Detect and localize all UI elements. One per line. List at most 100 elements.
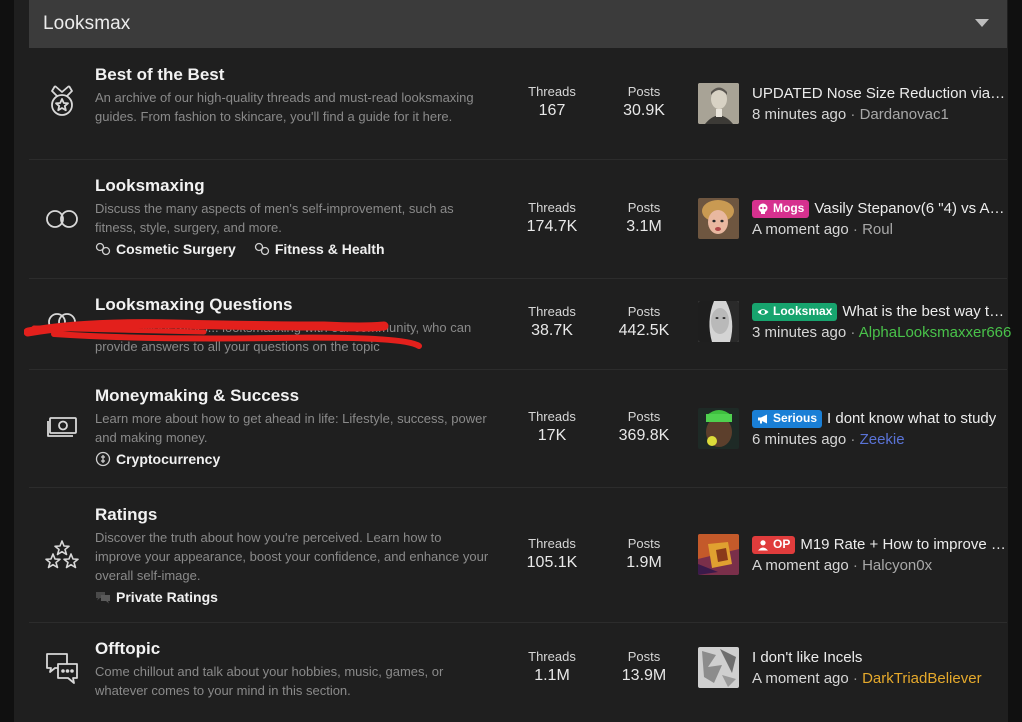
posts-label: Posts: [627, 84, 661, 99]
threads-stat: Threads 174.7K: [507, 200, 597, 238]
subforum-list: Cryptocurrency: [95, 451, 490, 467]
posts-count: 369.8K: [618, 427, 670, 444]
threads-count: 38.7K: [531, 322, 573, 339]
badge-label: Looksmax: [773, 304, 833, 318]
collapse-caret-icon[interactable]: [975, 19, 989, 27]
posts-stat: Posts 1.9M: [599, 536, 689, 574]
node-title-looksmaxing-questions[interactable]: Looksmaxing Questions: [95, 295, 490, 315]
skull-icon: [758, 203, 768, 214]
node-title-best-of-the-best[interactable]: Best of the Best: [95, 65, 490, 85]
posts-count: 3.1M: [626, 218, 662, 235]
threads-label: Threads: [528, 304, 576, 319]
latest-thread-link[interactable]: UPDATED Nose Size Reduction via Sof...: [752, 83, 1008, 104]
category-header[interactable]: Looksmax: [29, 0, 1007, 48]
threads-count: 167: [538, 102, 566, 119]
latest-username[interactable]: Roul: [862, 221, 893, 238]
subforum-infinity-icon: [254, 242, 269, 256]
forum-container: Looksmax Best of the Best An archive of …: [14, 0, 1011, 722]
prefix-badge-op[interactable]: OP: [752, 535, 796, 554]
forum-node-offtopic: Offtopic Come chillout and talk about yo…: [29, 622, 1007, 722]
latest-time[interactable]: A moment ago: [752, 557, 849, 574]
latest-thread-link[interactable]: M19 Rate + How to improve a...: [800, 534, 1008, 555]
latest-thread-link[interactable]: I don't like Incels: [752, 647, 862, 668]
latest-username[interactable]: Halcyon0x: [862, 557, 932, 574]
latest-username[interactable]: AlphaLooksmaxxer666: [859, 324, 1012, 341]
threads-label: Threads: [528, 409, 576, 424]
node-description: An archive of our high-quality threads a…: [95, 90, 474, 124]
node-description: Ask the Moderators... looksmaxxing with …: [95, 320, 472, 354]
threads-label: Threads: [528, 649, 576, 664]
node-title-looksmaxing[interactable]: Looksmaxing: [95, 176, 490, 196]
forum-node-looksmaxing-questions: Looksmaxing Questions Ask the Moderators…: [29, 278, 1011, 369]
infinity-icon: [43, 200, 81, 238]
subforum-label[interactable]: Fitness & Health: [275, 241, 385, 257]
forum-node-ratings: Ratings Discover the truth about how you…: [29, 487, 1008, 622]
posts-stat: Posts 3.1M: [599, 200, 689, 238]
avatar[interactable]: [698, 198, 739, 239]
posts-label: Posts: [627, 536, 661, 551]
node-title-ratings[interactable]: Ratings: [95, 505, 490, 525]
coin-icon: [95, 451, 111, 467]
subforum-cryptocurrency[interactable]: Cryptocurrency: [95, 451, 220, 467]
node-title-offtopic[interactable]: Offtopic: [95, 639, 490, 659]
threads-count: 1.1M: [534, 667, 570, 684]
subforum-cosmetic-surgery[interactable]: Cosmetic Surgery: [95, 241, 236, 257]
posts-count: 13.9M: [621, 667, 667, 684]
avatar[interactable]: [698, 408, 739, 449]
medal-icon: [43, 82, 81, 120]
badge-label: Serious: [773, 411, 818, 425]
node-description: Discover the truth about how you're perc…: [95, 530, 489, 583]
category-title[interactable]: Looksmax: [43, 13, 130, 35]
node-description: Discuss the many aspects of men's self-i…: [95, 201, 454, 235]
subforum-private-ratings[interactable]: Private Ratings: [95, 589, 218, 605]
money-icon: [43, 408, 81, 446]
subforum-label[interactable]: Private Ratings: [116, 589, 218, 605]
latest-username[interactable]: DarkTriadBeliever: [862, 670, 981, 687]
threads-stat: Threads 105.1K: [507, 536, 597, 574]
threads-count: 17K: [537, 427, 567, 444]
subforum-fitness-health[interactable]: Fitness & Health: [254, 241, 385, 257]
threads-label: Threads: [528, 84, 576, 99]
latest-thread-link[interactable]: I dont know what to study: [827, 408, 996, 429]
posts-label: Posts: [627, 304, 661, 319]
latest-time[interactable]: 6 minutes ago: [752, 431, 846, 448]
avatar[interactable]: [698, 534, 739, 575]
latest-thread-link[interactable]: What is the best way to ...: [842, 301, 1008, 322]
threads-count: 174.7K: [526, 218, 578, 235]
subforum-list: Private Ratings: [95, 589, 490, 605]
prefix-badge-looksmax[interactable]: Looksmax: [752, 302, 838, 321]
subforum-label[interactable]: Cosmetic Surgery: [116, 241, 236, 257]
chat-heart-icon: [43, 304, 81, 342]
threads-stat: Threads 167: [507, 84, 597, 122]
avatar[interactable]: [698, 301, 739, 342]
node-description: Learn more about how to get ahead in lif…: [95, 411, 487, 445]
threads-count: 105.1K: [526, 554, 578, 571]
posts-label: Posts: [627, 649, 661, 664]
prefix-badge-serious[interactable]: Serious: [752, 409, 823, 428]
badge-label: OP: [773, 537, 791, 551]
subforum-label[interactable]: Cryptocurrency: [116, 451, 220, 467]
latest-time[interactable]: A moment ago: [752, 670, 849, 687]
threads-label: Threads: [528, 200, 576, 215]
posts-label: Posts: [627, 200, 661, 215]
badge-label: Mogs: [773, 201, 805, 215]
latest-username[interactable]: Zeekie: [860, 431, 905, 448]
user-icon: [758, 539, 768, 550]
threads-stat: Threads 38.7K: [507, 304, 597, 342]
threads-label: Threads: [528, 536, 576, 551]
node-title-moneymaking-success[interactable]: Moneymaking & Success: [95, 386, 490, 406]
forum-node-looksmaxing: Looksmaxing Discuss the many aspects of …: [29, 159, 1008, 278]
latest-time[interactable]: 8 minutes ago: [752, 106, 846, 123]
eye-icon: [757, 308, 769, 315]
latest-time[interactable]: 3 minutes ago: [752, 324, 846, 341]
avatar[interactable]: [698, 647, 739, 688]
posts-count: 442.5K: [618, 322, 670, 339]
meta-separator: ·: [852, 557, 858, 574]
posts-stat: Posts 369.8K: [599, 409, 689, 447]
latest-time[interactable]: A moment ago: [752, 221, 849, 238]
prefix-badge-mogs[interactable]: Mogs: [752, 199, 810, 218]
latest-username[interactable]: Dardanovac1: [860, 106, 949, 123]
latest-thread-link[interactable]: Vasily Stepanov(6 "4) vs Arc...: [814, 198, 1008, 219]
avatar[interactable]: [698, 83, 739, 124]
posts-stat: Posts 30.9K: [599, 84, 689, 122]
